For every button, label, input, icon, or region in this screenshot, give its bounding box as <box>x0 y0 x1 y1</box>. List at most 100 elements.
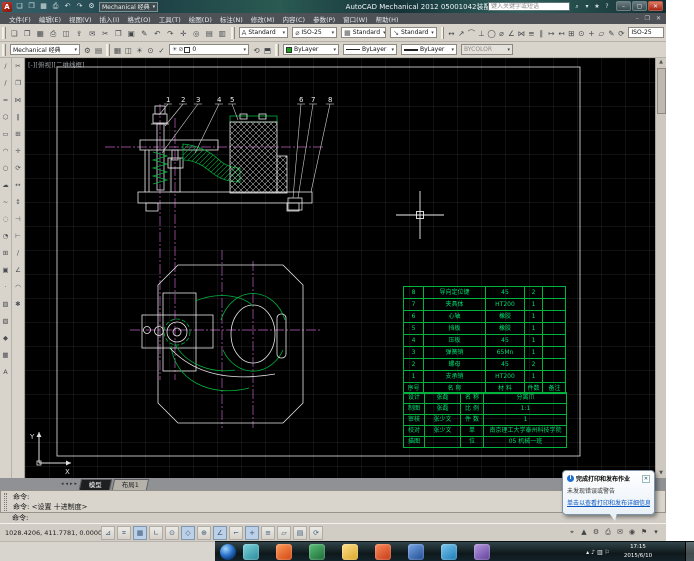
tray-volume-icon[interactable]: ♪ <box>591 549 595 556</box>
menu-item[interactable]: 插入(I) <box>96 14 124 24</box>
trusted-autodesk-icon[interactable]: ◉ <box>626 526 638 539</box>
stretch-icon[interactable]: ↕ <box>13 194 24 211</box>
fillet-icon[interactable]: ◠ <box>13 279 24 296</box>
toolbar-grip[interactable] <box>106 44 110 56</box>
show-desktop-button[interactable] <box>685 542 694 561</box>
menu-item[interactable]: 修改(M) <box>247 14 279 24</box>
open-icon[interactable]: ❒ <box>21 26 34 39</box>
osnap-toggle[interactable]: ◇ <box>181 526 195 540</box>
maximize-button[interactable]: ▢ <box>632 1 647 11</box>
dim-jogged-icon[interactable]: ▱ <box>596 26 606 39</box>
ducs-toggle[interactable]: ⌐ <box>229 526 243 540</box>
balloon-details-link[interactable]: 单击以查看打印和发布详细信息... <box>567 498 650 507</box>
rotate-icon[interactable]: ⟳ <box>13 160 24 177</box>
workspace-gear-icon[interactable]: ⚙ <box>590 526 602 539</box>
command-window-grip[interactable] <box>4 493 7 511</box>
move-icon[interactable]: ✛ <box>13 143 24 160</box>
dim-continue-icon[interactable]: ∥ <box>536 26 546 39</box>
offset-icon[interactable]: ∥ <box>13 109 24 126</box>
quickprops-toggle[interactable]: ▤ <box>293 526 307 540</box>
hatch-icon[interactable]: ▨ <box>0 296 11 313</box>
scroll-down-icon[interactable]: ▼ <box>656 469 666 478</box>
taskbar-app-icon[interactable] <box>441 544 457 560</box>
selection-cycling-toggle[interactable]: ⟳ <box>309 526 323 540</box>
etransmit-icon[interactable]: ✉ <box>86 26 99 39</box>
tray-network-icon[interactable]: ▥ <box>597 549 603 556</box>
menu-item[interactable]: 视图(V) <box>65 14 96 24</box>
workspace-dropdown[interactable]: Mechanical 经典 ▾ <box>99 2 158 12</box>
taskbar-clock[interactable]: 17:15 2015/6/10 <box>612 543 664 561</box>
plot-notify-printer-icon[interactable]: ⎙ <box>602 526 614 539</box>
arc-icon[interactable]: ◠ <box>0 143 11 160</box>
menu-item[interactable]: 参数(P) <box>309 14 339 24</box>
publish-icon[interactable]: ⇪ <box>73 26 86 39</box>
cut-icon[interactable]: ✂ <box>99 26 112 39</box>
layer-freeze-icon[interactable]: ⊙ <box>145 43 156 56</box>
open-icon[interactable]: ❒ <box>26 1 37 12</box>
save-icon[interactable]: ▦ <box>34 26 47 39</box>
status-menu-arrow-icon[interactable]: ▾ <box>650 526 662 539</box>
polygon-icon[interactable]: ⬡ <box>0 109 11 126</box>
undo-icon[interactable]: ↶ <box>151 26 164 39</box>
redo-icon[interactable]: ↷ <box>164 26 177 39</box>
layer-states-icon[interactable]: ◫ <box>123 43 134 56</box>
lineweight-combo[interactable]: ByLayer▾ <box>401 44 457 55</box>
ortho-toggle[interactable]: ∟ <box>149 526 163 540</box>
dim-quick-icon[interactable]: ⋈ <box>516 26 526 39</box>
break-icon[interactable]: ∕ <box>13 245 24 262</box>
table-style-combo[interactable]: ▦ Standard▾ <box>341 27 386 38</box>
xref-notify-icon[interactable]: ✉ <box>614 526 626 539</box>
layer-previous-icon[interactable]: ⟲ <box>251 43 262 56</box>
scale-icon[interactable]: ↔ <box>13 177 24 194</box>
menu-item[interactable]: 内容(C) <box>278 14 309 24</box>
snap-toggle[interactable]: ⌗ <box>117 526 131 540</box>
drawing-canvas[interactable]: [-][俯视][二维线框] <box>25 58 655 478</box>
taskbar-app-icon[interactable] <box>342 544 358 560</box>
menu-item[interactable]: 格式(O) <box>124 14 155 24</box>
workspace-icon[interactable]: ⚙ <box>86 1 97 12</box>
dim-aligned-icon[interactable]: ↗ <box>456 26 466 39</box>
polyline-icon[interactable]: ≈ <box>0 92 11 109</box>
start-button[interactable] <box>220 544 236 560</box>
copy-icon[interactable]: ❐ <box>112 26 125 39</box>
zoom-icon[interactable]: ◎ <box>190 26 203 39</box>
taskbar-app-icon[interactable] <box>309 544 325 560</box>
matchprop-icon[interactable]: ✎ <box>138 26 151 39</box>
ellipse-icon[interactable]: ◌ <box>0 211 11 228</box>
qnew-icon[interactable]: ❏ <box>8 26 21 39</box>
dim-style-combo[interactable]: ⌀ ISO-25▾ <box>292 27 337 38</box>
dim-current-style[interactable]: ISO-25 <box>628 27 664 38</box>
menu-item[interactable]: 标注(N) <box>216 14 247 24</box>
annotation-visibility-icon[interactable]: ▲ <box>578 526 590 539</box>
dim-tolerance-icon[interactable]: ⊞ <box>566 26 576 39</box>
dim-radius-icon[interactable]: ◯ <box>486 26 496 39</box>
make-block-icon[interactable]: ▣ <box>0 262 11 279</box>
taskbar-app-icon[interactable] <box>408 544 424 560</box>
taskbar-app-icon[interactable] <box>276 544 292 560</box>
pan-icon[interactable]: ✛ <box>177 26 190 39</box>
layer-combo[interactable]: ☀⊘ 0 ▾ <box>169 44 249 55</box>
array-icon[interactable]: ⊞ <box>13 126 24 143</box>
point-icon[interactable]: · <box>0 279 11 296</box>
copy-icon[interactable]: ❐ <box>13 75 24 92</box>
mdi-window-controls[interactable]: – ❒ ✕ <box>636 13 663 24</box>
line-icon[interactable]: / <box>0 58 11 75</box>
signin-icon[interactable]: ▾ <box>582 2 592 11</box>
explode-icon[interactable]: ✱ <box>13 296 24 313</box>
grid-toggle[interactable]: ▦ <box>133 526 147 540</box>
toolbar-grip[interactable] <box>2 44 6 56</box>
taskbar-app-icon[interactable] <box>375 544 391 560</box>
gradient-icon[interactable]: ▧ <box>0 313 11 330</box>
workspaces-combo[interactable]: Mechanical 经典▾ <box>10 44 80 55</box>
circle-icon[interactable]: ○ <box>0 160 11 177</box>
dim-arc-icon[interactable]: ⌒ <box>466 26 476 39</box>
infer-constraints-toggle[interactable]: ⊿ <box>101 526 115 540</box>
layer-properties-icon[interactable]: ▦ <box>112 43 123 56</box>
dim-inspect-icon[interactable]: + <box>586 26 596 39</box>
minimize-button[interactable]: – <box>616 1 631 11</box>
xline-icon[interactable]: ∕ <box>0 75 11 92</box>
toolbar-grip[interactable] <box>275 44 279 56</box>
mtext-icon[interactable]: A <box>0 364 11 381</box>
linetype-combo[interactable]: ByLayer▾ <box>343 44 397 55</box>
scrollbar-thumb[interactable] <box>657 68 666 114</box>
